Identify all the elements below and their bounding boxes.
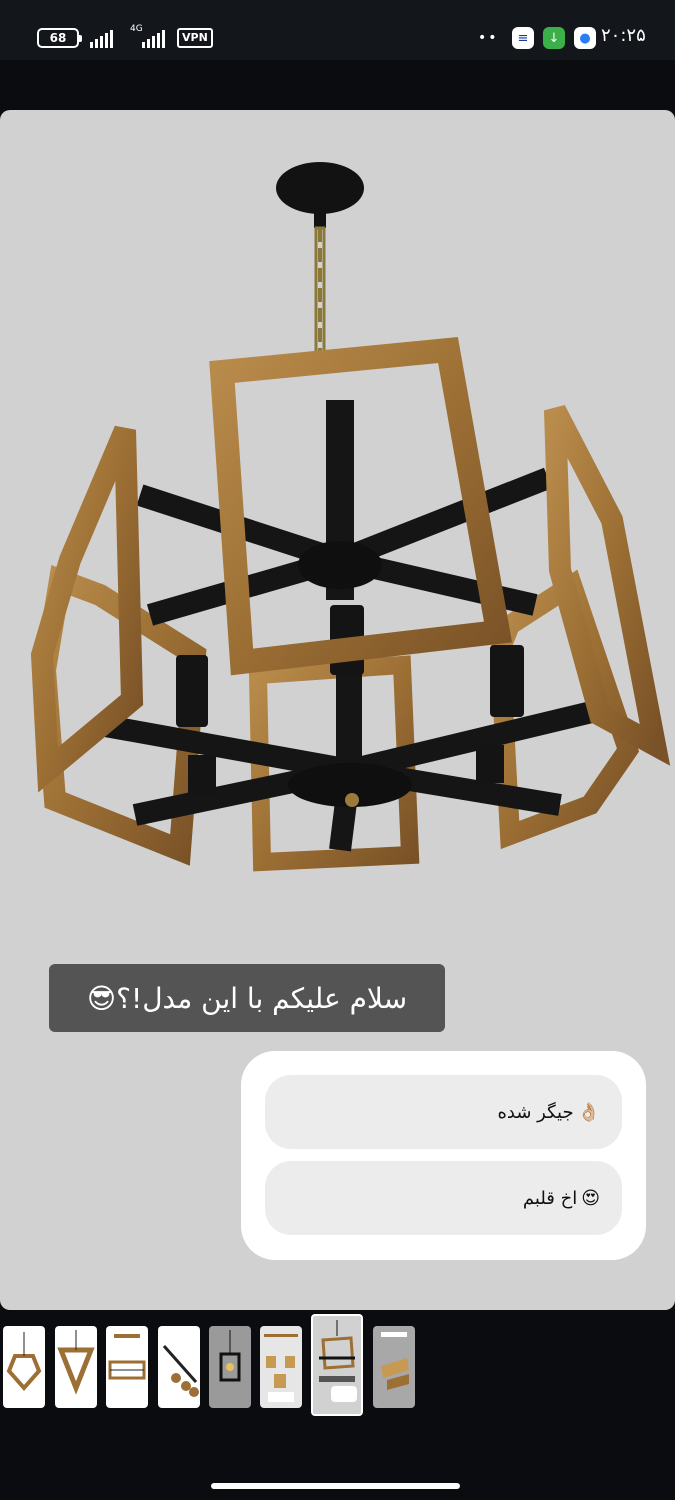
story-card[interactable]: سلام علیکم با این مدل!؟😎 👌🏼 جیگر شده 😍 ا… <box>0 110 675 1310</box>
story-thumbnail-strip <box>0 1314 675 1418</box>
story-thumbnail[interactable] <box>373 1326 415 1408</box>
story-thumbnail[interactable] <box>3 1326 45 1408</box>
chandelier-image <box>30 162 671 872</box>
story-thumbnail[interactable] <box>158 1326 200 1408</box>
story-thumbnail[interactable] <box>209 1326 251 1408</box>
story-thumbnail[interactable] <box>260 1326 302 1408</box>
mobile-signal-icon <box>142 28 165 48</box>
story-thumbnail[interactable] <box>106 1326 148 1408</box>
bee-app-icon: ≡ <box>512 27 534 49</box>
story-viewer: 68 4G VPN •• ≡ ↓ ● ۲۰:۲۵ سلام علیکم با ا… <box>0 0 675 1500</box>
story-thumbnail[interactable] <box>55 1326 97 1408</box>
home-indicator[interactable] <box>211 1483 460 1489</box>
wifi-signal-icon <box>90 28 113 48</box>
chat-app-icon: ● <box>574 27 596 49</box>
caption-text: سلام علیکم با این مدل!؟😎 <box>86 981 408 1015</box>
ok-hand-emoji: 👌🏼 <box>577 1101 600 1123</box>
heart-eyes-emoji: 😍 <box>581 1187 600 1209</box>
poll-option-label: جیگر شده <box>497 1101 574 1123</box>
poll-sticker: 👌🏼 جیگر شده 😍 اخ قلبم <box>241 1051 646 1260</box>
clock: ۲۰:۲۵ <box>601 25 646 46</box>
battery-icon: 68 <box>37 28 82 48</box>
story-thumbnail-active[interactable] <box>311 1314 363 1416</box>
poll-option-label: اخ قلبم <box>522 1187 578 1209</box>
network-type-label: 4G <box>130 24 143 34</box>
poll-option-2[interactable]: 😍 اخ قلبم <box>265 1161 622 1235</box>
vpn-icon: VPN <box>177 28 213 48</box>
status-bar: 68 4G VPN •• ≡ ↓ ● ۲۰:۲۵ <box>0 0 675 60</box>
story-caption: سلام علیکم با این مدل!؟😎 <box>49 964 445 1032</box>
poll-option-1[interactable]: 👌🏼 جیگر شده <box>265 1075 622 1149</box>
download-icon: ↓ <box>543 27 565 49</box>
notification-dots: •• <box>478 30 499 46</box>
